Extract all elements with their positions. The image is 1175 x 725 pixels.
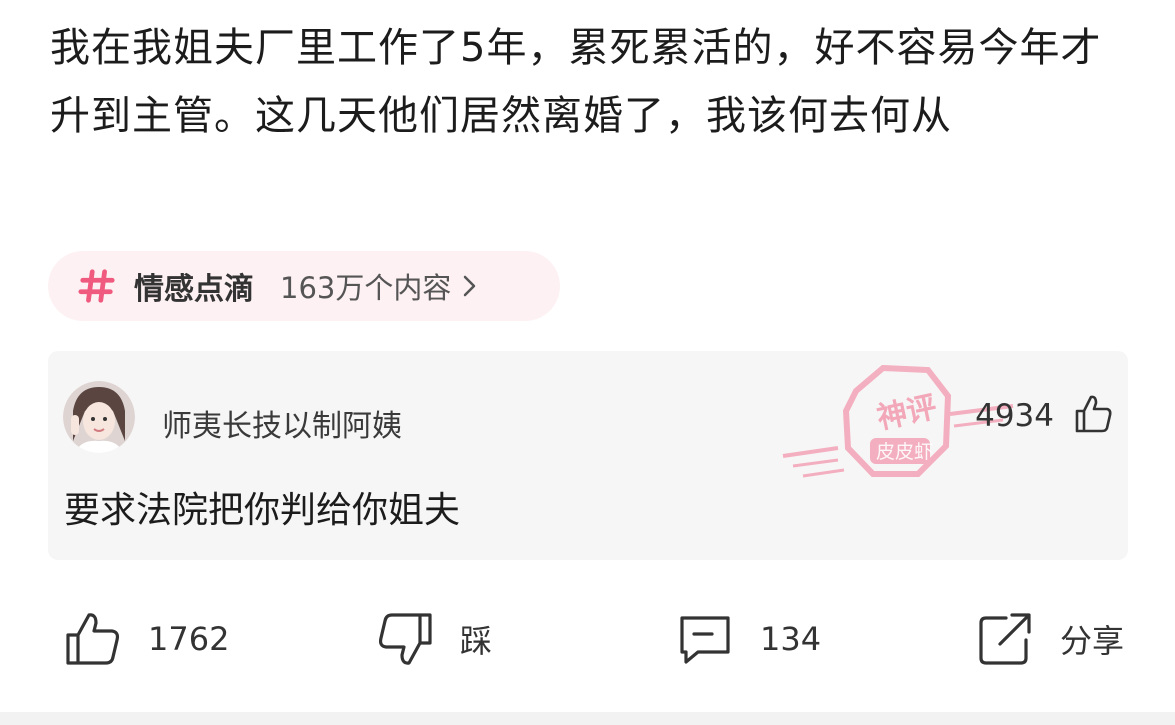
share-icon bbox=[979, 613, 1031, 665]
like-button[interactable]: 1762 bbox=[64, 607, 229, 671]
hashtag-icon bbox=[78, 269, 115, 303]
stamp-line1: 神评 bbox=[874, 390, 940, 437]
avatar[interactable] bbox=[63, 381, 135, 453]
like-count: 1762 bbox=[148, 620, 230, 658]
dislike-button[interactable]: 踩 bbox=[376, 607, 492, 671]
thumbs-down-icon bbox=[378, 613, 432, 665]
topic-tag[interactable]: 情感点滴 163万个内容 bbox=[48, 251, 560, 321]
dislike-label: 踩 bbox=[460, 622, 493, 660]
comment-like-count: 4934 bbox=[975, 398, 1054, 434]
comment-icon bbox=[680, 616, 730, 664]
comment-count: 134 bbox=[760, 620, 822, 658]
thumbs-up-icon[interactable] bbox=[1072, 393, 1114, 435]
top-comment-card[interactable]: 师夷长技以制阿姨 神评 皮皮虾 4934 要求法院把你判给你姐夫 bbox=[48, 351, 1128, 560]
comment-username[interactable]: 师夷长技以制阿姨 bbox=[162, 401, 402, 445]
stamp-line2: 皮皮虾 bbox=[876, 441, 933, 463]
thumbs-up-icon bbox=[66, 613, 120, 665]
share-button[interactable]: 分享 bbox=[976, 607, 1124, 671]
share-label: 分享 bbox=[1060, 622, 1125, 660]
topic-count: 163万个内容 bbox=[280, 271, 452, 305]
bottom-divider bbox=[0, 712, 1175, 725]
topic-name: 情感点滴 bbox=[134, 272, 254, 307]
comment-text: 要求法院把你判给你姐夫 bbox=[64, 490, 461, 531]
post-text: 我在我姐夫厂里工作了5年，累死累活的，好不容易今年才升到主管。这几天他们居然离婚… bbox=[50, 25, 1102, 139]
comment-button[interactable]: 134 bbox=[676, 607, 821, 671]
chevron-right-icon bbox=[464, 275, 476, 297]
